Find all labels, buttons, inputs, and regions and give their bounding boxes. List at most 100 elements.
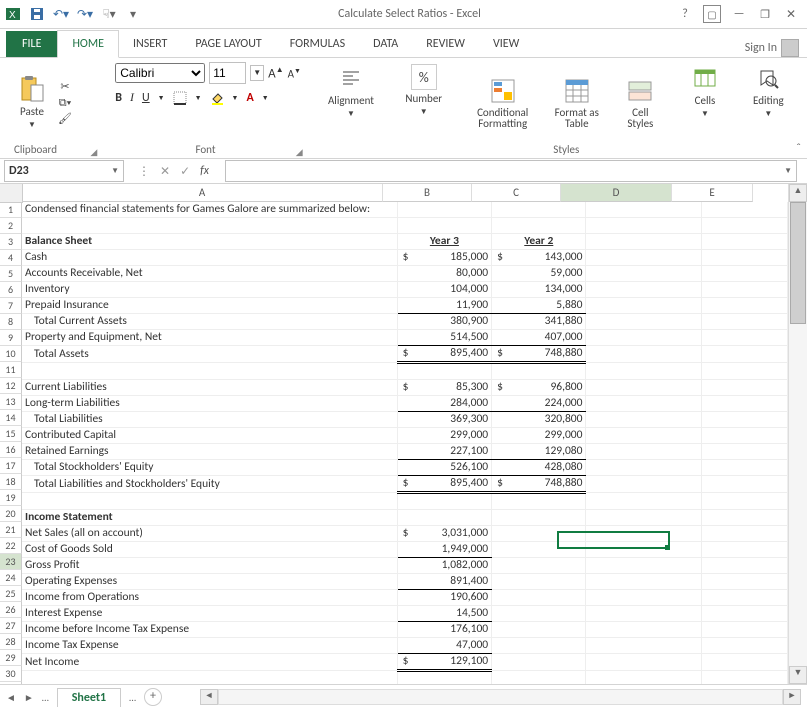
cell[interactable]: 5,880 xyxy=(492,298,586,314)
tab-insert[interactable]: INSERT xyxy=(119,31,181,57)
increase-font-icon[interactable]: A▲ xyxy=(268,65,283,81)
cell[interactable]: Net Income xyxy=(22,654,397,671)
cell[interactable]: Total Stockholders' Equity xyxy=(22,460,397,476)
cell[interactable] xyxy=(586,444,702,460)
row-header[interactable]: 2 xyxy=(0,218,22,234)
cell[interactable] xyxy=(586,654,702,671)
fill-handle[interactable] xyxy=(665,545,670,550)
alignment-button[interactable]: Alignment ▼ xyxy=(321,62,382,121)
cell[interactable]: 320,800 xyxy=(492,412,586,428)
cell[interactable]: 526,100 xyxy=(397,460,491,476)
row-header[interactable]: 8 xyxy=(0,314,22,330)
cell[interactable]: 134,000 xyxy=(492,282,586,298)
cell[interactable]: 227,100 xyxy=(397,444,491,460)
cell[interactable] xyxy=(702,282,788,298)
cell[interactable] xyxy=(492,558,586,574)
cell[interactable] xyxy=(702,476,788,493)
cell[interactable]: 176,100 xyxy=(397,622,491,638)
cell[interactable] xyxy=(397,218,491,234)
name-box-dropdown-icon[interactable]: ▼ xyxy=(111,166,119,176)
tab-nav-prev-icon[interactable]: ◄ xyxy=(6,691,16,704)
cell[interactable] xyxy=(702,330,788,346)
formula-bar[interactable]: ▼ xyxy=(225,160,797,182)
customize-qat-icon[interactable]: ▾ xyxy=(124,5,142,23)
cell[interactable] xyxy=(702,266,788,282)
cell[interactable]: Retained Earnings xyxy=(22,444,397,460)
italic-button[interactable]: I xyxy=(130,90,134,105)
cell[interactable] xyxy=(702,218,788,234)
row-header[interactable]: 30 xyxy=(0,666,22,682)
sign-in[interactable]: Sign In xyxy=(745,39,799,57)
cell[interactable] xyxy=(492,493,586,510)
border-dropdown-icon[interactable]: ▼ xyxy=(195,93,202,102)
cell[interactable] xyxy=(492,574,586,590)
cell[interactable] xyxy=(586,558,702,574)
row-header[interactable]: 11 xyxy=(0,362,22,378)
cell[interactable]: Condensed financial statements for Games… xyxy=(22,202,397,218)
cell[interactable] xyxy=(492,590,586,606)
cell[interactable]: Total Liabilities xyxy=(22,412,397,428)
cell[interactable] xyxy=(586,202,702,218)
fx-icon[interactable]: fx xyxy=(200,164,215,179)
row-header[interactable]: 23 xyxy=(0,554,22,570)
cell[interactable] xyxy=(397,363,491,380)
row-header[interactable]: 26 xyxy=(0,602,22,618)
cell[interactable]: 85,300 xyxy=(397,380,491,396)
cell[interactable]: 59,000 xyxy=(492,266,586,282)
border-button[interactable] xyxy=(173,91,187,105)
cell[interactable] xyxy=(702,606,788,622)
cell[interactable] xyxy=(492,542,586,558)
cell[interactable]: 428,080 xyxy=(492,460,586,476)
cell[interactable] xyxy=(397,202,491,218)
cell[interactable] xyxy=(702,234,788,250)
cell[interactable] xyxy=(492,606,586,622)
cell[interactable]: Long-term Liabilities xyxy=(22,396,397,412)
select-all-corner[interactable] xyxy=(0,184,23,203)
save-icon[interactable] xyxy=(28,5,46,23)
tab-home[interactable]: HOME xyxy=(57,30,119,58)
cell[interactable] xyxy=(702,396,788,412)
row-header[interactable]: 13 xyxy=(0,394,22,410)
name-box[interactable]: D23 ▼ xyxy=(4,160,124,182)
row-header[interactable]: 5 xyxy=(0,266,22,282)
cell[interactable]: 1,082,000 xyxy=(397,558,491,574)
cell[interactable] xyxy=(702,622,788,638)
column-header-E[interactable]: E xyxy=(672,184,753,202)
row-header[interactable]: 28 xyxy=(0,634,22,650)
number-button[interactable]: % Number ▼ xyxy=(397,62,450,119)
cell[interactable]: 11,900 xyxy=(397,298,491,314)
cell[interactable] xyxy=(492,526,586,542)
row-header[interactable]: 27 xyxy=(0,618,22,634)
cell[interactable] xyxy=(492,202,586,218)
cell[interactable]: Cash xyxy=(22,250,397,266)
cell[interactable]: Income Statement xyxy=(22,510,397,526)
decrease-font-icon[interactable]: A▼ xyxy=(288,66,301,81)
underline-button[interactable]: U xyxy=(142,91,150,105)
cell[interactable] xyxy=(586,412,702,428)
tab-file[interactable]: FILE xyxy=(6,31,57,57)
cell[interactable]: Contributed Capital xyxy=(22,428,397,444)
row-header[interactable]: 29 xyxy=(0,650,22,666)
cell[interactable]: Year 3 xyxy=(397,234,491,250)
scroll-down-icon[interactable]: ▼ xyxy=(789,666,807,684)
cell[interactable]: Prepaid Insurance xyxy=(22,298,397,314)
cell[interactable] xyxy=(586,396,702,412)
cell[interactable] xyxy=(702,542,788,558)
row-header[interactable]: 21 xyxy=(0,522,22,538)
cell[interactable]: Income from Operations xyxy=(22,590,397,606)
format-as-table-button[interactable]: Format as Table xyxy=(545,75,608,131)
cell[interactable]: 185,000 xyxy=(397,250,491,266)
cell[interactable] xyxy=(586,460,702,476)
font-size-input[interactable] xyxy=(209,62,246,84)
fill-dropdown-icon[interactable]: ▼ xyxy=(232,93,239,102)
vertical-scrollbar[interactable]: ▲ ▼ xyxy=(788,184,807,684)
cell[interactable]: Income Tax Expense xyxy=(22,638,397,654)
cancel-formula-icon[interactable]: ✕ xyxy=(160,164,170,179)
cell[interactable] xyxy=(702,444,788,460)
format-painter-icon[interactable]: 🖌 xyxy=(56,112,74,126)
new-sheet-button[interactable]: + xyxy=(144,688,162,706)
font-name-select[interactable]: Calibri xyxy=(115,63,205,83)
cells-button[interactable]: Cells ▼ xyxy=(682,62,727,121)
cell[interactable] xyxy=(586,380,702,396)
cell[interactable] xyxy=(397,510,491,526)
